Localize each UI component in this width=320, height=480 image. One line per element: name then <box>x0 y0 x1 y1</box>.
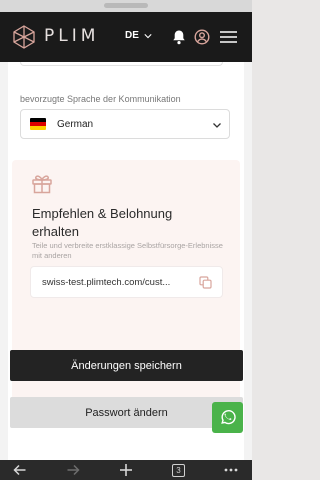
change-password-button[interactable]: Passwort ändern <box>10 397 243 428</box>
save-changes-button[interactable]: Änderungen speichern <box>10 350 243 381</box>
language-code: DE <box>125 30 139 41</box>
gift-icon <box>32 175 52 194</box>
page-gutter-right <box>244 62 252 460</box>
referral-link[interactable]: swiss-test.plimtech.com/cust... <box>42 277 170 288</box>
url-pill <box>104 3 148 8</box>
chevron-down-icon <box>144 33 152 38</box>
brand-name[interactable]: PLIM <box>44 26 99 46</box>
logo-mark[interactable] <box>12 25 36 49</box>
browser-bottom-bar: 3 <box>0 460 252 480</box>
germany-flag-icon <box>30 118 46 130</box>
profile-form: bevorzugte Sprache der Kommunikation Ger… <box>0 62 252 460</box>
forward-arrow-icon[interactable] <box>66 463 80 477</box>
user-icon[interactable] <box>194 29 210 45</box>
menu-icon[interactable] <box>220 30 237 44</box>
app-header: PLIM DE <box>0 12 252 62</box>
referral-link-field[interactable]: swiss-test.plimtech.com/cust... <box>30 266 223 298</box>
bell-icon[interactable] <box>171 29 187 45</box>
referral-title: Empfehlen & Belohnung erhalten <box>32 206 173 239</box>
tab-count-icon[interactable]: 3 <box>172 464 185 477</box>
language-value: German <box>57 119 94 130</box>
page-gutter-left <box>0 62 8 460</box>
whatsapp-icon <box>221 410 236 425</box>
copy-icon[interactable] <box>199 276 212 289</box>
language-label: bevorzugte Sprache der Kommunikation <box>20 94 181 104</box>
previous-field[interactable] <box>20 62 223 66</box>
referral-subtitle: Teile und verbreite erstklassige Selbstf… <box>32 241 223 260</box>
browser-status-bar <box>0 0 252 12</box>
back-arrow-icon[interactable] <box>13 463 27 477</box>
language-switcher[interactable]: DE <box>125 30 152 41</box>
new-tab-plus-icon[interactable] <box>119 463 133 477</box>
chevron-down-icon <box>213 123 221 128</box>
more-dots-icon[interactable] <box>224 463 238 477</box>
whatsapp-chat-button[interactable] <box>212 402 243 433</box>
language-select[interactable]: German <box>20 109 230 139</box>
